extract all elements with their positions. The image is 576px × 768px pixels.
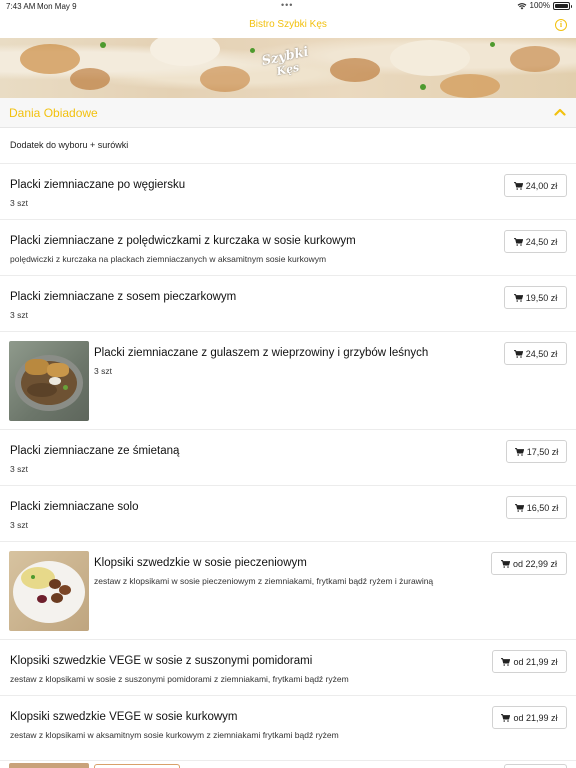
add-to-cart-button[interactable]: 24,00 zł (504, 174, 567, 197)
item-price: od 21,99 zł (513, 656, 558, 667)
header-banner: Szybki Kęs (0, 38, 576, 98)
info-button[interactable]: i (555, 19, 567, 31)
category-header[interactable]: Dania Obiadowe (0, 98, 576, 128)
cart-icon (500, 559, 510, 568)
add-to-cart-button[interactable]: 24,50 zł (504, 230, 567, 253)
status-time: 7:43 AM (6, 2, 36, 11)
menu-item[interactable]: Placki ziemniaczane po węgiersku 3 szt 2… (0, 163, 576, 219)
item-price: od 22,99 zł (512, 558, 558, 569)
add-to-cart-button[interactable]: 16,50 zł (506, 496, 567, 519)
item-price: 19,50 zł (525, 292, 558, 303)
cart-icon (513, 181, 523, 190)
menu-item[interactable]: Klopsiki szwedzkie VEGE w sosie z suszon… (0, 639, 576, 695)
wifi-icon (517, 2, 526, 9)
add-to-cart-button[interactable]: od 22,99 zł (491, 552, 567, 575)
next-item-peek (0, 760, 576, 768)
cart-icon (501, 713, 511, 722)
category-title: Dania Obiadowe (9, 106, 98, 120)
item-description: 3 szt (10, 520, 28, 530)
page-title: Bistro Szybki Kęs (249, 19, 327, 30)
cart-icon (513, 237, 523, 246)
status-right: 100% (517, 1, 572, 10)
add-to-cart-button[interactable]: 24,50 zł (504, 342, 567, 365)
item-name: Klopsiki szwedzkie w sosie pieczeniowym (94, 557, 307, 569)
menu-item[interactable]: Placki ziemniaczane z gulaszem z wieprzo… (0, 331, 576, 429)
status-date: Mon May 9 (37, 2, 77, 11)
item-description: polędwiczki z kurczaka na plackach ziemn… (10, 254, 327, 264)
item-price: od 21,99 zł (513, 712, 558, 723)
battery-icon (553, 1, 572, 10)
menu-item[interactable]: Klopsiki szwedzkie VEGE w sosie kurkowym… (0, 695, 576, 751)
item-description: zestaw z klopsikami w sosie pieczeniowym… (94, 576, 434, 586)
item-name: Klopsiki szwedzkie VEGE w sosie kurkowym (10, 711, 238, 723)
item-name: Placki ziemniaczane z sosem pieczarkowym (10, 291, 237, 303)
item-price: 24,50 zł (525, 348, 558, 359)
menu-item[interactable]: Placki ziemniaczane z sosem pieczarkowym… (0, 275, 576, 331)
battery-percent: 100% (529, 1, 550, 10)
menu-item[interactable]: Klopsiki szwedzkie w sosie pieczeniowym … (0, 541, 576, 639)
item-description: 3 szt (10, 464, 28, 474)
item-photo (9, 551, 89, 631)
status-bar: 7:43 AM Mon May 9 ••• 100% (0, 0, 576, 14)
brand-logo: Szybki Kęs (259, 45, 316, 95)
add-to-cart-button[interactable]: 19,50 zł (504, 286, 567, 309)
item-price: 24,50 zł (525, 236, 558, 247)
item-price: 24,00 zł (525, 180, 558, 191)
item-description: 3 szt (10, 310, 28, 320)
add-to-cart-button[interactable]: od 21,99 zł (492, 706, 567, 729)
cart-icon (513, 349, 523, 358)
item-name: Placki ziemniaczane po węgiersku (10, 179, 186, 191)
item-name: Placki ziemniaczane z polędwiczkami z ku… (10, 235, 356, 247)
menu-item[interactable]: Placki ziemniaczane solo 3 szt 16,50 zł (0, 485, 576, 541)
item-description: zestaw z klopsikami w aksamitnym sosie k… (10, 730, 339, 740)
item-name: Placki ziemniaczane z gulaszem z wieprzo… (94, 347, 429, 359)
multitasking-dots[interactable]: ••• (281, 0, 293, 10)
item-name: Placki ziemniaczane ze śmietaną (10, 445, 180, 457)
cart-icon (514, 503, 524, 512)
nav-bar: Bistro Szybki Kęs i (0, 14, 576, 38)
add-to-cart-button[interactable]: 17,50 zł (506, 440, 567, 463)
item-photo (9, 341, 89, 421)
add-to-cart-button[interactable]: od 21,99 zł (492, 650, 567, 673)
item-name: Placki ziemniaczane solo (10, 501, 139, 513)
item-description: 3 szt (94, 366, 112, 376)
chevron-up-icon[interactable] (554, 107, 566, 117)
menu-item[interactable]: Placki ziemniaczane z polędwiczkami z ku… (0, 219, 576, 275)
cart-icon (501, 657, 511, 666)
item-name: Klopsiki szwedzkie VEGE w sosie z suszon… (10, 655, 313, 667)
cart-icon (513, 293, 523, 302)
item-description: zestaw z klopsikami w sosie z suszonymi … (10, 674, 349, 684)
item-description: 3 szt (10, 198, 28, 208)
item-price: 17,50 zł (526, 446, 559, 457)
cart-icon (514, 447, 524, 456)
item-price: 16,50 zł (526, 502, 559, 513)
category-subheading: Dodatek do wyboru + surówki (10, 140, 129, 150)
menu-item[interactable]: Placki ziemniaczane ze śmietaną 3 szt 17… (0, 429, 576, 485)
info-icon: i (559, 20, 563, 29)
